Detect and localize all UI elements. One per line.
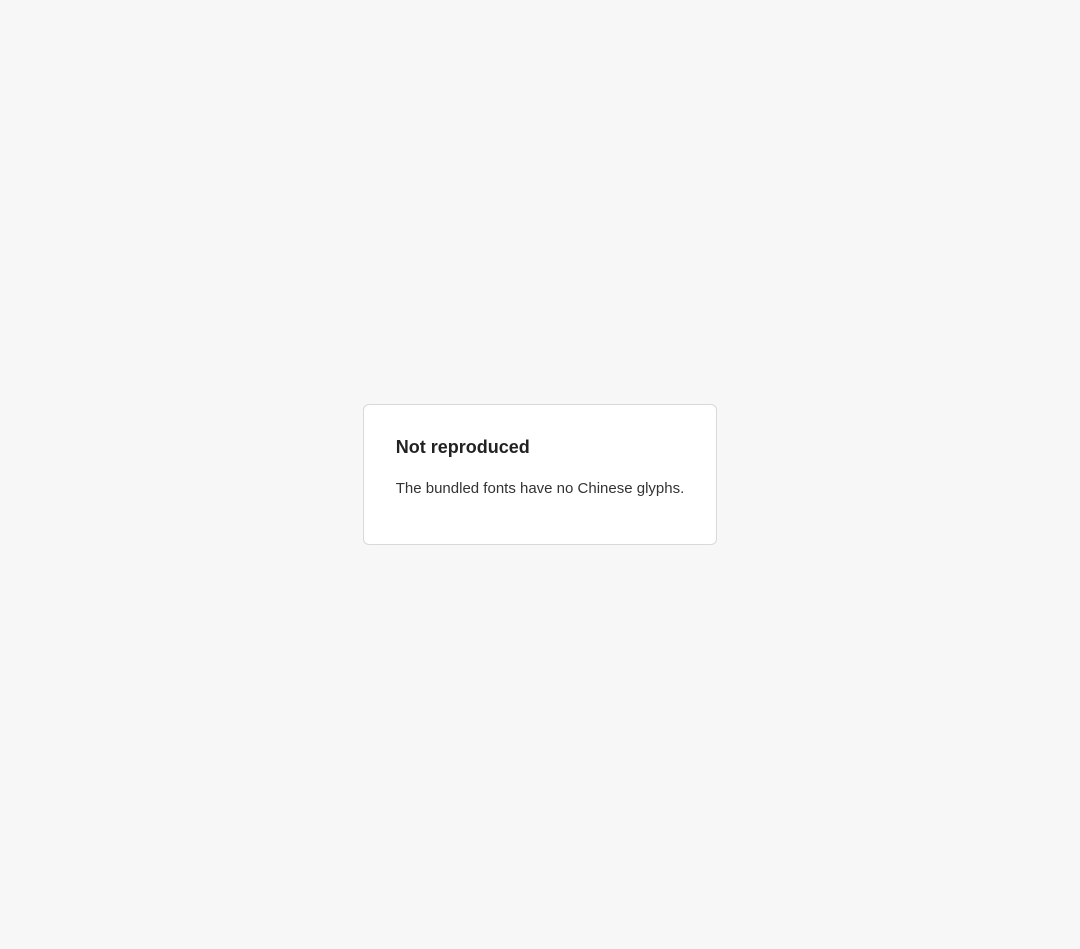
- notice-body: The bundled fonts have no Chinese glyphs…: [395, 479, 685, 497]
- notice-card: Not reproduced The bundled fonts have no…: [362, 404, 718, 545]
- notice-container: Not reproduced The bundled fonts have no…: [0, 0, 1080, 949]
- notice-title: Not reproduced: [395, 437, 530, 458]
